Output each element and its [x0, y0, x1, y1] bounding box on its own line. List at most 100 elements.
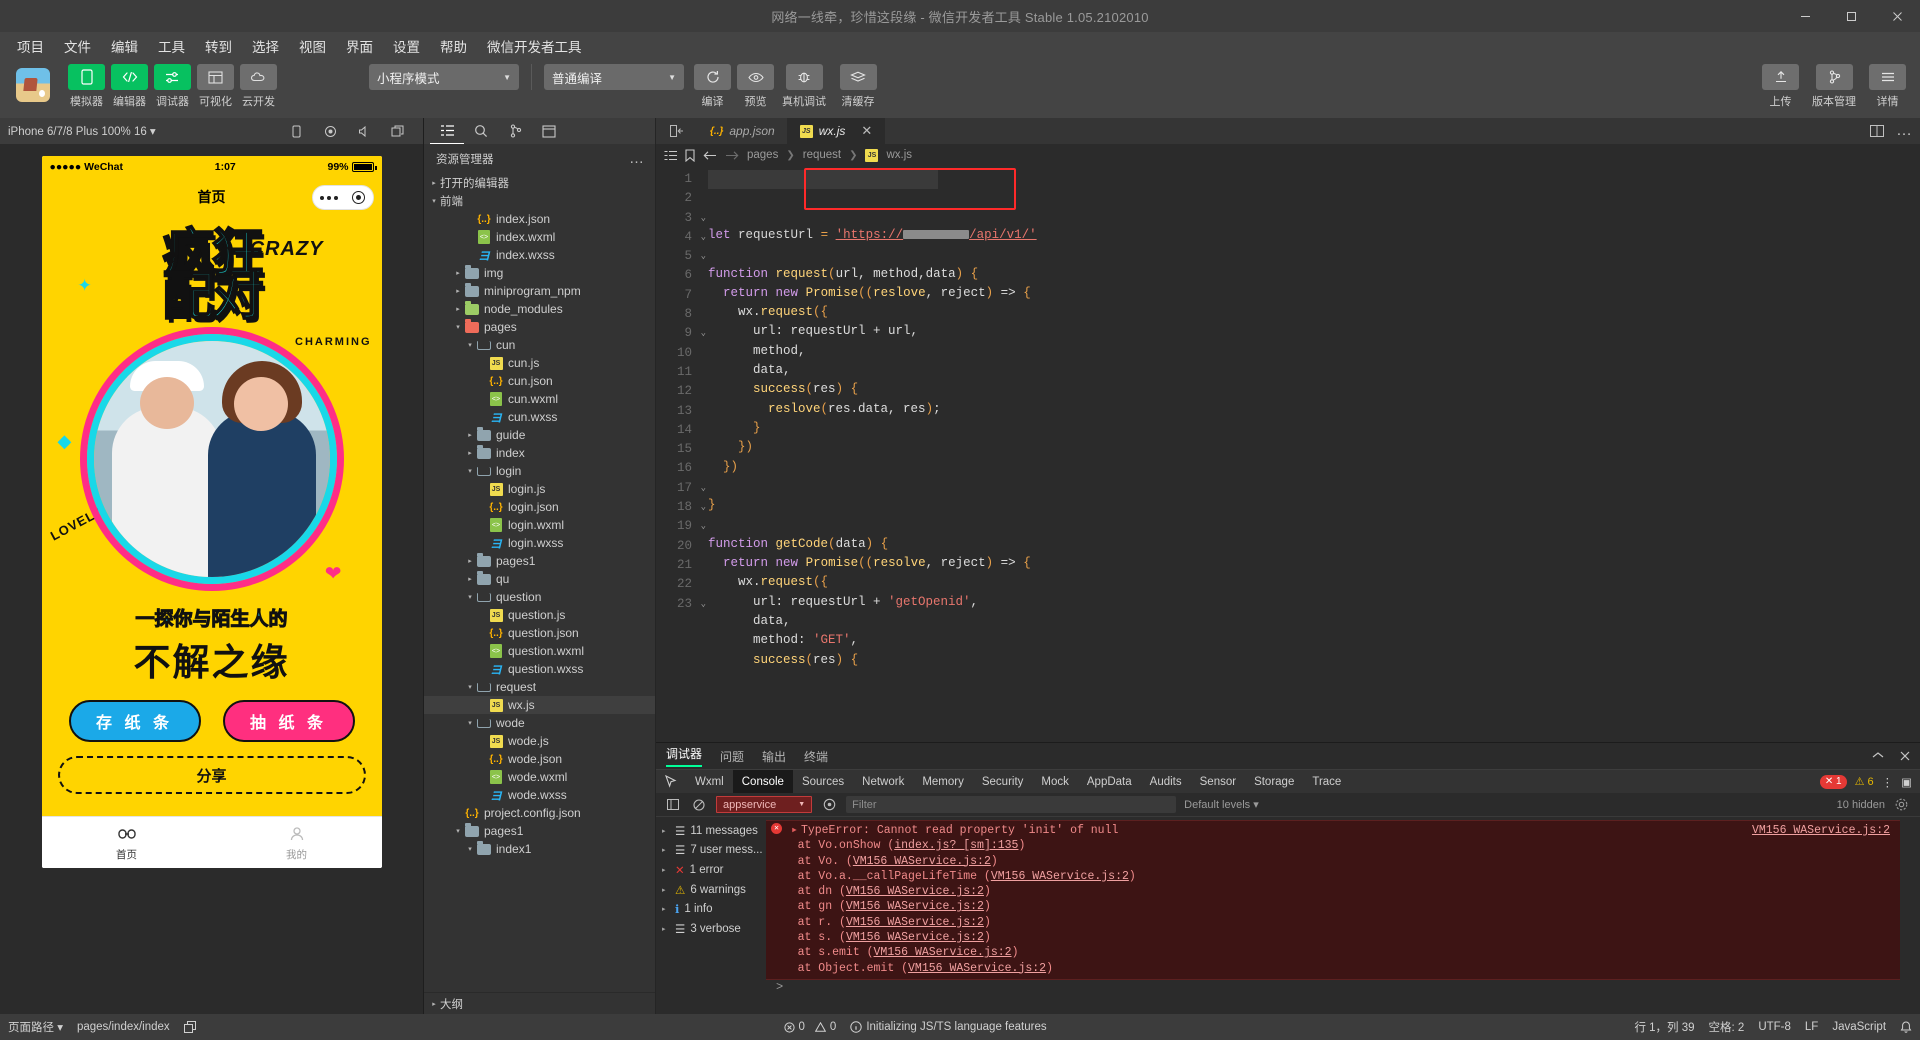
devtools-tab-sources[interactable]: Sources [793, 770, 853, 794]
devtools-tab-audits[interactable]: Audits [1141, 770, 1191, 794]
devtools-tab-console[interactable]: Console [732, 769, 793, 794]
menu-item-file[interactable]: 文件 [55, 32, 100, 60]
fold-toggle-icon[interactable]: ⌄ [701, 324, 706, 343]
tree-item[interactable]: ▾ request [424, 678, 655, 696]
devtools-tab-memory[interactable]: Memory [913, 770, 973, 794]
stack-frame-link[interactable]: VM156 WAService.js:2 [908, 961, 1046, 976]
stack-frame-link[interactable]: VM156 WAService.js:2 [846, 899, 984, 914]
fold-toggle-icon[interactable]: ⌄ [701, 498, 706, 517]
split-editor-icon[interactable] [1870, 125, 1884, 137]
breadcrumb-item-pages[interactable]: pages [747, 149, 778, 161]
log-level-select[interactable]: Default levels ▾ [1184, 798, 1259, 811]
bell-icon[interactable] [1900, 1020, 1912, 1034]
error-count-status[interactable]: 0 0 [783, 1021, 836, 1033]
toolbar-simulator-button[interactable]: 模拟器 [68, 64, 105, 109]
tree-item[interactable]: ▾ question [424, 588, 655, 606]
error-badge[interactable]: ✕ 1 [1819, 774, 1847, 789]
console-error-entry[interactable]: ✕ ▸ TypeError: Cannot read property 'init'… [766, 820, 1900, 980]
capsule-buttons[interactable] [311, 185, 374, 210]
outline-toggle-icon[interactable] [664, 150, 677, 161]
tree-item[interactable]: ▸ pages1 [424, 552, 655, 570]
sidebar-toggle-icon[interactable] [664, 796, 682, 814]
console-count-row[interactable]: ▸ ✕ 1 error [656, 860, 766, 880]
forward-icon[interactable] [725, 150, 739, 161]
tree-item[interactable]: ▾ login [424, 462, 655, 480]
copy-icon[interactable] [183, 1021, 196, 1033]
devtools-tab-trace[interactable]: Trace [1303, 770, 1350, 794]
console-count-row[interactable]: ▸ ☰ 7 user mess... [656, 841, 766, 861]
tree-item[interactable]: ▾ wode [424, 714, 655, 732]
indent-setting[interactable]: 空格: 2 [1709, 1019, 1745, 1035]
toolbar-preview-button[interactable]: 预览 [737, 64, 774, 109]
debug-icon[interactable] [532, 118, 566, 144]
stack-frame-link[interactable]: VM156 WAService.js:2 [846, 915, 984, 930]
files-icon[interactable] [430, 118, 464, 144]
console-count-row[interactable]: ▸ ⚠ 6 warnings [656, 880, 766, 900]
devtools-dock-icon[interactable]: ▣ [1901, 775, 1912, 789]
devtools-tab-network[interactable]: Network [853, 770, 913, 794]
eol-setting[interactable]: LF [1805, 1021, 1818, 1033]
menu-item-edit[interactable]: 编辑 [102, 32, 147, 60]
console-count-row[interactable]: ▸ ☰ 11 messages [656, 821, 766, 841]
stack-frame-link[interactable]: VM156 WAService.js:2 [874, 945, 1012, 960]
toolbar-remote-debug-button[interactable]: 真机调试 [780, 64, 828, 109]
toolbar-version-button[interactable]: 版本管理 [1806, 64, 1862, 109]
toolbar-debugger-button[interactable]: 调试器 [154, 64, 191, 109]
back-icon[interactable] [703, 150, 717, 161]
menu-item-devtools[interactable]: 微信开发者工具 [478, 32, 591, 60]
tree-item[interactable]: ▸{..} project.config.json [424, 804, 655, 822]
breadcrumb-item-file[interactable]: wx.js [886, 149, 912, 161]
editor-tab-wx-js[interactable]: JS wx.js ✕ [787, 118, 886, 144]
panel-tab-debugger[interactable]: 调试器 [666, 745, 703, 767]
clear-console-icon[interactable] [690, 796, 708, 814]
stack-frame-link[interactable]: VM156 WAService.js:2 [853, 854, 991, 869]
panel-tab-terminal[interactable]: 终端 [804, 748, 828, 765]
close-button[interactable] [1874, 0, 1920, 32]
tree-item[interactable]: ▸JS wode.js [424, 732, 655, 750]
fold-toggle-icon[interactable]: ⌄ [701, 479, 706, 498]
inspect-element-icon[interactable] [656, 775, 686, 788]
menu-item-interface[interactable]: 界面 [337, 32, 382, 60]
tree-item[interactable]: ▸{..} login.json [424, 498, 655, 516]
console-prompt[interactable]: > [766, 980, 1900, 994]
tree-item[interactable]: ▸ヨ question.wxss [424, 660, 655, 678]
tree-item[interactable]: ▾ pages [424, 318, 655, 336]
editor-more-icon[interactable]: … [1896, 122, 1912, 140]
tree-section[interactable]: ▸ 打开的编辑器 [424, 174, 655, 192]
source-control-icon[interactable] [498, 118, 532, 144]
code-editor[interactable]: 1 2 3 ⌄ 4 ⌄ 5 ⌄ 6 7 8 9 ⌄ 10 11 12 13 14 15 16 17 ⌄ 18 ⌄ 19 ⌄ 20 21… [656, 166, 1920, 742]
language-status-message[interactable]: Initializing JS/TS language features [850, 1021, 1047, 1033]
cursor-position[interactable]: 行 1，列 39 [1634, 1019, 1694, 1035]
chevron-up-icon[interactable] [1872, 751, 1884, 761]
fold-toggle-icon[interactable]: ⌄ [701, 228, 706, 247]
draw-note-button[interactable]: 抽 纸 条 [222, 700, 355, 742]
devtools-tab-storage[interactable]: Storage [1245, 770, 1303, 794]
encoding-setting[interactable]: UTF-8 [1758, 1021, 1791, 1033]
tree-item[interactable]: ▸ヨ wode.wxss [424, 786, 655, 804]
fold-toggle-icon[interactable]: ⌄ [701, 517, 706, 536]
console-log-list[interactable]: ✕ ▸ TypeError: Cannot read property 'init'… [766, 817, 1900, 1014]
tree-item[interactable]: ▸JS wx.js [424, 696, 655, 714]
stack-frame-link[interactable]: index.js? [sm]:135 [894, 838, 1018, 853]
tree-item[interactable]: ▸ヨ cun.wxss [424, 408, 655, 426]
record-icon[interactable] [313, 118, 347, 144]
warning-badge[interactable]: ⚠ 6 [1855, 775, 1874, 788]
panel-tab-problems[interactable]: 问题 [720, 748, 744, 765]
toggle-sidebar-icon[interactable] [656, 118, 698, 144]
console-filter-input[interactable]: Filter [846, 796, 1177, 813]
mute-icon[interactable] [347, 118, 381, 144]
tree-item[interactable]: ▸ヨ login.wxss [424, 534, 655, 552]
close-panel-icon[interactable] [1900, 751, 1910, 761]
devtools-tab-appdata[interactable]: AppData [1078, 770, 1141, 794]
live-expression-icon[interactable] [820, 796, 838, 814]
tree-item[interactable]: ▸{..} index.json [424, 210, 655, 228]
explorer-more-icon[interactable]: … [629, 151, 645, 166]
stack-frame-link[interactable]: VM156 WAService.js:2 [846, 930, 984, 945]
window-icon[interactable] [381, 118, 415, 144]
tree-item[interactable]: ▸ヨ index.wxss [424, 246, 655, 264]
tree-item[interactable]: ▾ index1 [424, 840, 655, 858]
tree-item[interactable]: ▸JS question.js [424, 606, 655, 624]
devtools-tab-security[interactable]: Security [973, 770, 1033, 794]
code-content[interactable]: let requestUrl = 'https:///api/v1/' funct… [708, 166, 1920, 742]
tree-item[interactable]: ▸JS cun.js [424, 354, 655, 372]
